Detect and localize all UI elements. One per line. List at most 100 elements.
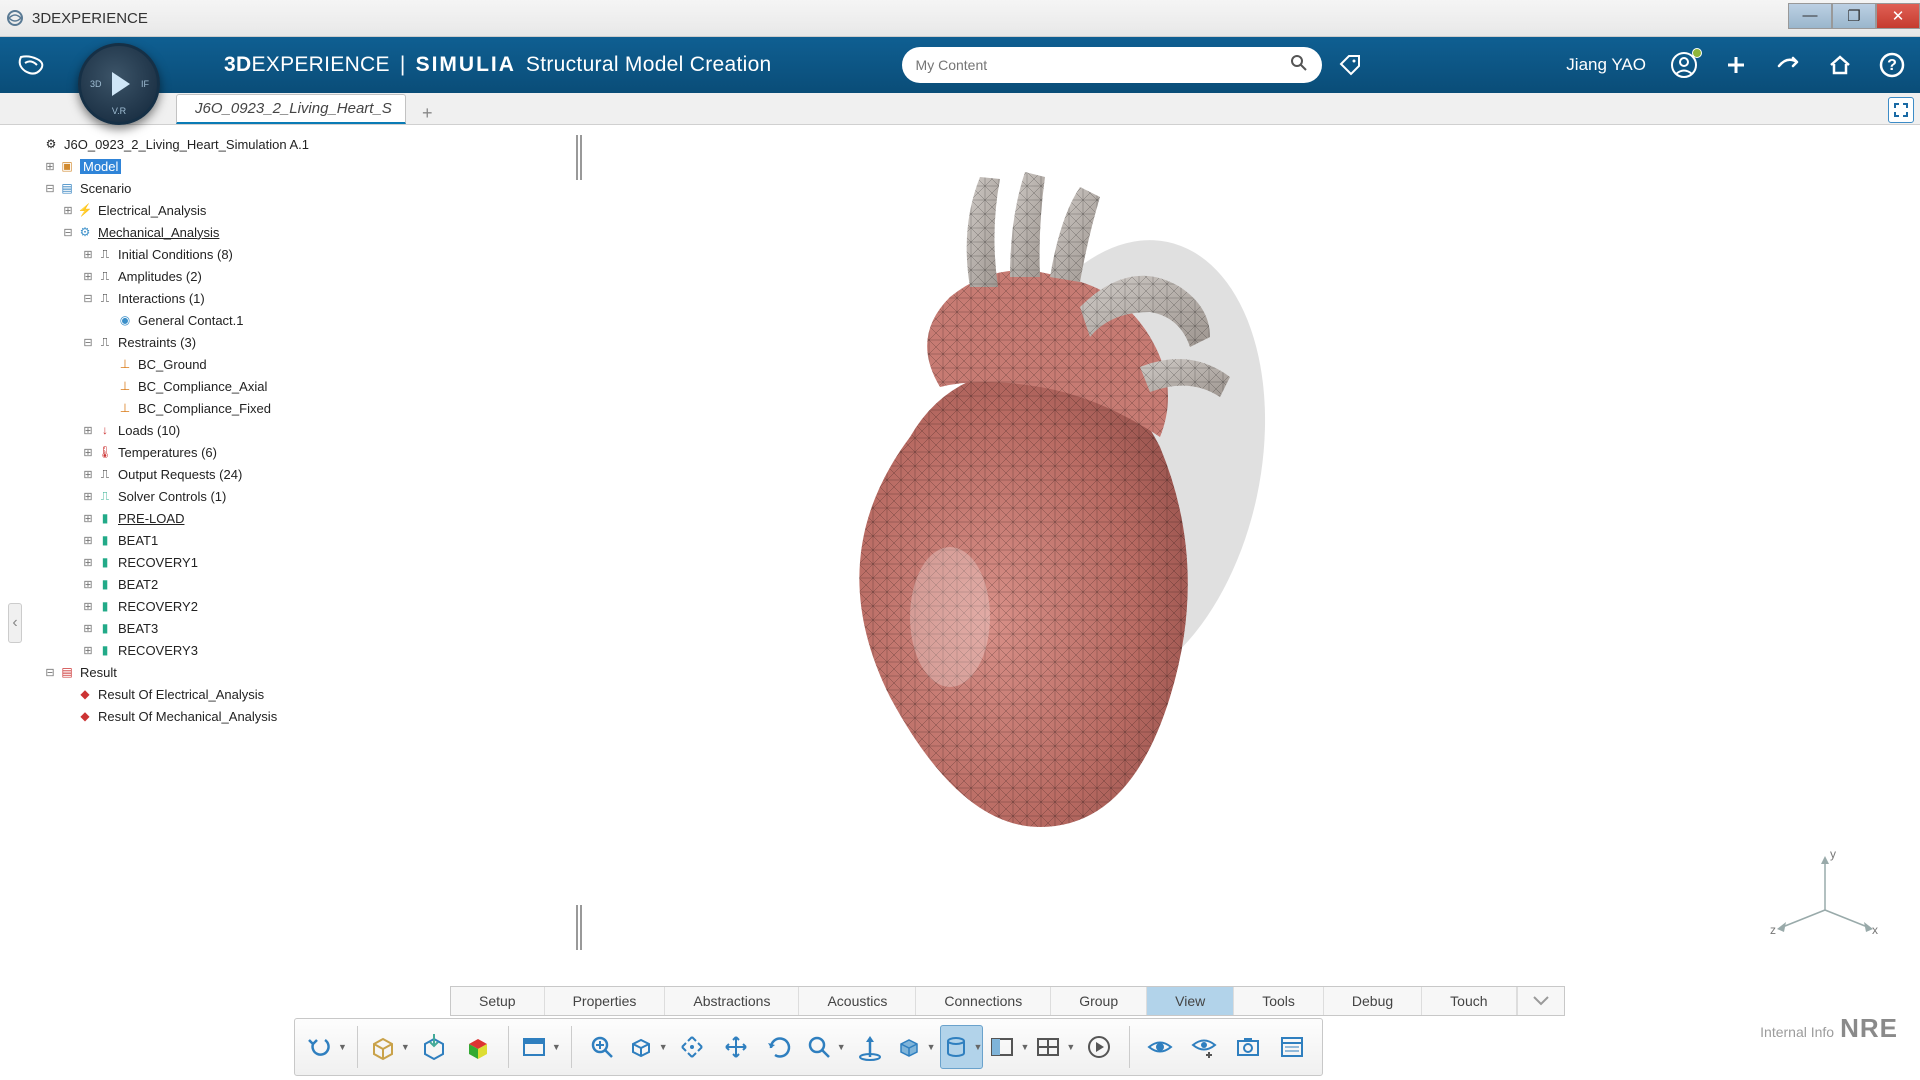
tree-expander[interactable]: ⊞ bbox=[44, 160, 56, 173]
ribbon-tab-properties[interactable]: Properties bbox=[545, 987, 666, 1015]
user-avatar-icon[interactable] bbox=[1670, 51, 1698, 79]
tree-expander[interactable]: ⊞ bbox=[82, 512, 94, 525]
tree-expander[interactable]: ⊞ bbox=[82, 556, 94, 569]
tree-result[interactable]: Result bbox=[80, 665, 117, 680]
add-icon[interactable] bbox=[1722, 51, 1750, 79]
zoom-fit-button[interactable] bbox=[582, 1025, 622, 1069]
ribbon-tab-view[interactable]: View bbox=[1147, 987, 1234, 1015]
tree-rec3[interactable]: RECOVERY3 bbox=[118, 643, 198, 658]
maximize-button[interactable]: ❐ bbox=[1832, 3, 1876, 29]
visibility-button[interactable] bbox=[1140, 1025, 1180, 1069]
tag-icon[interactable] bbox=[1336, 51, 1364, 79]
minimize-button[interactable]: — bbox=[1788, 3, 1832, 29]
tree-solver[interactable]: Solver Controls (1) bbox=[118, 489, 226, 504]
undo-button[interactable]: ▼ bbox=[305, 1025, 347, 1069]
capture-button[interactable] bbox=[1228, 1025, 1268, 1069]
tree-rec1[interactable]: RECOVERY1 bbox=[118, 555, 198, 570]
tree-bc3[interactable]: BC_Compliance_Fixed bbox=[138, 401, 271, 416]
tree-beat3[interactable]: BEAT3 bbox=[118, 621, 158, 636]
tree-beat1[interactable]: BEAT1 bbox=[118, 533, 158, 548]
tree-elec[interactable]: Electrical_Analysis bbox=[98, 203, 206, 218]
tree-bc2[interactable]: BC_Compliance_Axial bbox=[138, 379, 267, 394]
tree-expander[interactable]: ⊞ bbox=[82, 490, 94, 503]
visibility-settings-button[interactable] bbox=[1184, 1025, 1224, 1069]
next-button[interactable] bbox=[1079, 1025, 1119, 1069]
tree-expander[interactable]: ⊞ bbox=[62, 204, 74, 217]
tree-expander[interactable]: ⊞ bbox=[82, 600, 94, 613]
fullscreen-toggle-button[interactable] bbox=[1888, 97, 1914, 123]
perspective-button[interactable]: ▼ bbox=[940, 1025, 984, 1069]
tree-expander[interactable]: ⊞ bbox=[82, 248, 94, 261]
tree-expander[interactable]: ⊞ bbox=[82, 468, 94, 481]
tree-restr[interactable]: Restraints (3) bbox=[118, 335, 196, 350]
tree-expander[interactable]: ⊞ bbox=[82, 644, 94, 657]
tree-expander[interactable]: ⊟ bbox=[62, 226, 74, 239]
tree-expander[interactable]: ⊞ bbox=[82, 270, 94, 283]
ribbon-tab-setup[interactable]: Setup bbox=[451, 987, 545, 1015]
center-button[interactable] bbox=[672, 1025, 712, 1069]
box-button[interactable]: ▼ bbox=[368, 1025, 410, 1069]
tree-scenario[interactable]: Scenario bbox=[80, 181, 131, 196]
tree-temps[interactable]: Temperatures (6) bbox=[118, 445, 217, 460]
tree-loads[interactable]: Loads (10) bbox=[118, 423, 180, 438]
tree-expander[interactable]: ⊞ bbox=[82, 622, 94, 635]
render-style-button[interactable]: ▼ bbox=[894, 1025, 936, 1069]
document-tab[interactable]: J6O_0923_2_Living_Heart_S bbox=[176, 94, 406, 124]
search-input[interactable] bbox=[916, 57, 1290, 73]
tree-amp[interactable]: Amplitudes (2) bbox=[118, 269, 202, 284]
tree-expander[interactable]: ⊟ bbox=[82, 336, 94, 349]
zoom-button[interactable]: ▼ bbox=[804, 1025, 846, 1069]
ribbon-tab-tools[interactable]: Tools bbox=[1234, 987, 1324, 1015]
tree-expander[interactable]: ⊟ bbox=[44, 182, 56, 195]
share-icon[interactable] bbox=[1774, 51, 1802, 79]
tree-model[interactable]: Model bbox=[80, 159, 121, 174]
compass-button[interactable]: 3D IF V.R bbox=[78, 43, 160, 125]
tree-preload[interactable]: PRE-LOAD bbox=[118, 511, 184, 526]
tree-expander[interactable]: ⊞ bbox=[82, 446, 94, 459]
split-view-button[interactable]: ▼ bbox=[987, 1025, 1029, 1069]
window-mode-button[interactable]: ▼ bbox=[519, 1025, 561, 1069]
tree-root[interactable]: J6O_0923_2_Living_Heart_Simulation A.1 bbox=[64, 137, 309, 152]
tree-expander[interactable]: ⊟ bbox=[44, 666, 56, 679]
ribbon-tab-touch[interactable]: Touch bbox=[1422, 987, 1516, 1015]
tree-expander[interactable]: ⊞ bbox=[82, 424, 94, 437]
tree-beat2[interactable]: BEAT2 bbox=[118, 577, 158, 592]
help-icon[interactable]: ? bbox=[1878, 51, 1906, 79]
tree-expander[interactable]: ⊞ bbox=[82, 534, 94, 547]
tree-bc1[interactable]: BC_Ground bbox=[138, 357, 207, 372]
search-icon[interactable] bbox=[1290, 54, 1308, 77]
tree-expander[interactable]: ⊞ bbox=[82, 578, 94, 591]
color-cube-button[interactable] bbox=[458, 1025, 498, 1069]
ribbon-tab-connections[interactable]: Connections bbox=[916, 987, 1051, 1015]
panel-collapse-handle[interactable]: ‹ bbox=[8, 603, 22, 643]
tree-outreq[interactable]: Output Requests (24) bbox=[118, 467, 242, 482]
import-button[interactable] bbox=[414, 1025, 454, 1069]
tree-gc[interactable]: General Contact.1 bbox=[138, 313, 244, 328]
tree-rec2[interactable]: RECOVERY2 bbox=[118, 599, 198, 614]
tree-res-mech[interactable]: Result Of Mechanical_Analysis bbox=[98, 709, 277, 724]
ribbon-tab-group[interactable]: Group bbox=[1051, 987, 1147, 1015]
search-box[interactable] bbox=[902, 47, 1322, 83]
tree-expander[interactable]: ⊟ bbox=[82, 292, 94, 305]
iso-view-button[interactable]: ▼ bbox=[626, 1025, 668, 1069]
tree-res-elec[interactable]: Result Of Electrical_Analysis bbox=[98, 687, 264, 702]
specification-tree[interactable]: ⚙J6O_0923_2_Living_Heart_Simulation A.1 … bbox=[28, 133, 568, 727]
close-button[interactable]: ✕ bbox=[1876, 3, 1920, 29]
pan-button[interactable] bbox=[716, 1025, 756, 1069]
properties-panel-button[interactable] bbox=[1272, 1025, 1312, 1069]
tree-inter[interactable]: Interactions (1) bbox=[118, 291, 205, 306]
ribbon-tab-acoustics[interactable]: Acoustics bbox=[799, 987, 916, 1015]
add-tab-button[interactable]: + bbox=[416, 103, 439, 124]
tree-init[interactable]: Initial Conditions (8) bbox=[118, 247, 233, 262]
axis-triad[interactable]: y x z bbox=[1770, 850, 1880, 940]
ds-logo-icon[interactable] bbox=[14, 48, 48, 82]
ribbon-overflow-button[interactable] bbox=[1517, 987, 1564, 1015]
normal-view-button[interactable] bbox=[850, 1025, 890, 1069]
3d-viewport[interactable] bbox=[570, 125, 1920, 960]
rotate-button[interactable] bbox=[760, 1025, 800, 1069]
ribbon-tab-debug[interactable]: Debug bbox=[1324, 987, 1422, 1015]
home-icon[interactable] bbox=[1826, 51, 1854, 79]
quad-view-button[interactable]: ▼ bbox=[1033, 1025, 1075, 1069]
ribbon-tab-abstractions[interactable]: Abstractions bbox=[665, 987, 799, 1015]
tree-mech[interactable]: Mechanical_Analysis bbox=[98, 225, 219, 240]
